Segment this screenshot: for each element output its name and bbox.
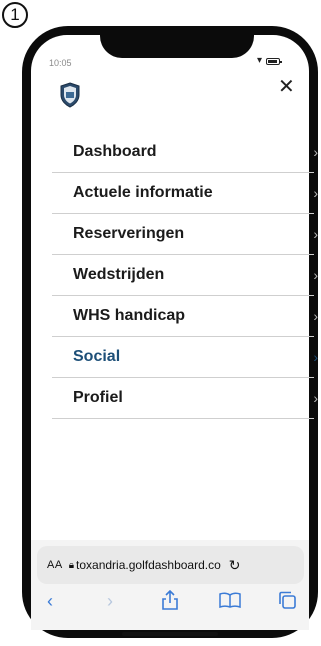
menu-item-social[interactable]: Social › <box>52 337 318 378</box>
browser-toolbar: ‹ › <box>31 584 309 618</box>
battery-icon <box>266 57 283 65</box>
share-icon[interactable] <box>161 590 179 610</box>
close-icon[interactable]: ✕ <box>278 74 295 99</box>
text-size-button[interactable]: AA <box>47 559 63 571</box>
menu-item-dashboard[interactable]: Dashboard › <box>52 132 318 173</box>
menu-item-whs-handicap[interactable]: WHS handicap › <box>52 296 318 337</box>
chevron-right-icon: › <box>313 349 318 365</box>
address-bar[interactable]: AA 🔒︎ toxandria.golfdashboard.co ↻ <box>37 546 304 584</box>
reload-icon[interactable]: ↻ <box>229 557 241 574</box>
status-icons: ▾ <box>257 55 283 66</box>
menu-item-profiel[interactable]: Profiel › <box>52 378 318 419</box>
menu-item-label: Wedstrijden <box>73 266 165 283</box>
tabs-icon[interactable] <box>277 590 297 610</box>
chevron-right-icon: › <box>313 267 318 283</box>
menu-item-label: WHS handicap <box>73 307 186 324</box>
wifi-icon: ▾ <box>257 55 263 66</box>
chevron-right-icon: › <box>313 308 318 324</box>
chevron-right-icon: › <box>313 185 318 201</box>
chevron-right-icon: › <box>313 390 318 406</box>
forward-icon[interactable]: › <box>107 591 113 612</box>
chevron-right-icon: › <box>313 226 318 242</box>
menu-item-label: Actuele informatie <box>73 184 213 201</box>
menu-item-reserveringen[interactable]: Reserveringen › <box>52 214 318 255</box>
bookmarks-icon[interactable] <box>219 592 241 608</box>
club-logo <box>60 82 80 108</box>
menu-item-label: Dashboard <box>73 143 157 160</box>
navigation-menu: Dashboard › Actuele informatie › Reserve… <box>52 132 318 419</box>
back-icon[interactable]: ‹ <box>47 591 53 612</box>
menu-item-label: Social <box>73 348 121 365</box>
status-time: 10:05 <box>49 58 72 68</box>
home-indicator[interactable] <box>122 632 218 636</box>
url-text: toxandria.golfdashboard.co <box>76 558 221 572</box>
chevron-right-icon: › <box>313 144 318 160</box>
menu-item-label: Reserveringen <box>73 225 185 242</box>
lock-icon: 🔒︎ <box>68 559 75 571</box>
phone-notch <box>100 26 254 58</box>
menu-item-label: Profiel <box>73 389 123 406</box>
step-number-badge: 1 <box>2 2 28 28</box>
menu-item-wedstrijden[interactable]: Wedstrijden › <box>52 255 318 296</box>
menu-item-actuele-informatie[interactable]: Actuele informatie › <box>52 173 318 214</box>
